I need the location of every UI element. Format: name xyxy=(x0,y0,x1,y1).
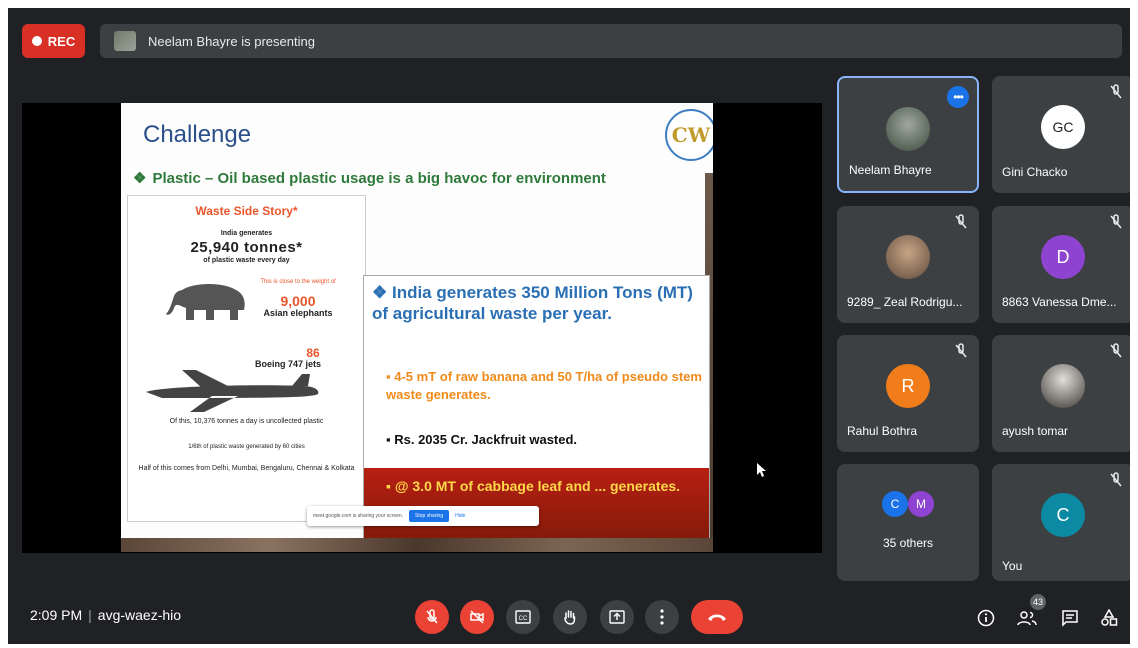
participant-tile-zeal[interactable]: 9289_ Zeal Rodrigu... xyxy=(837,206,979,323)
infographic-weight-note: This is close to the weight of xyxy=(260,279,336,285)
participant-avatar: M xyxy=(908,491,934,517)
point-cabbage: ▪ @ 3.0 MT of cabbage leaf and ... gener… xyxy=(386,478,681,494)
others-count-label: 35 others xyxy=(882,536,934,550)
screen-share-banner: meet.google.com is sharing your screen. … xyxy=(307,506,539,526)
infographic-tonnes: 25,940 tonnes* xyxy=(190,239,303,256)
organization-logo: CW xyxy=(665,109,713,161)
activities-button[interactable] xyxy=(1098,607,1120,629)
presenter-thumbnail xyxy=(114,31,136,51)
elephant-icon xyxy=(166,284,245,320)
participant-name: Gini Chacko xyxy=(1002,165,1068,179)
more-options-button[interactable] xyxy=(645,600,679,634)
participant-tile-gini[interactable]: GC Gini Chacko xyxy=(992,76,1130,193)
participant-avatar: GC xyxy=(1041,105,1085,149)
mouse-cursor-icon xyxy=(757,463,766,477)
shared-slide: Challenge CW ❖ Plastic – Oil based plasti… xyxy=(121,103,713,552)
participant-avatar: C xyxy=(1041,493,1085,537)
participant-tile-vanessa[interactable]: D 8863 Vanessa Dme... xyxy=(992,206,1130,323)
presentation-bar-text: Neelam Bhayre is presenting xyxy=(148,33,315,49)
participant-tile-rahul[interactable]: R Rahul Bothra xyxy=(837,335,979,452)
point-main: ❖ India generates 350 Million Tons (MT) … xyxy=(372,283,693,323)
recording-indicator[interactable]: REC xyxy=(22,24,85,58)
mic-off-icon xyxy=(955,214,967,229)
infographic-line2: of plastic waste every day xyxy=(203,257,290,264)
activities-icon xyxy=(1101,609,1118,626)
mic-off-icon xyxy=(1110,84,1122,99)
raise-hand-button[interactable] xyxy=(553,600,587,634)
raise-hand-icon xyxy=(564,610,576,625)
mic-off-icon xyxy=(1110,472,1122,487)
leave-call-button[interactable] xyxy=(691,600,743,634)
infographic-line1: India generates xyxy=(220,230,273,237)
bullet-icon: ❖ xyxy=(133,170,147,187)
more-options-icon[interactable]: ••• xyxy=(947,86,969,108)
more-options-icon xyxy=(660,609,664,625)
mic-off-icon xyxy=(1110,214,1122,229)
mic-off-icon xyxy=(426,609,438,624)
slide-floor-strip xyxy=(121,538,713,552)
infographic-sixth: 1/6th of plastic waste generated by 60 c… xyxy=(188,444,305,450)
participant-name: Rahul Bothra xyxy=(847,424,918,438)
slide-title: Challenge xyxy=(143,121,252,148)
infographic-uncollected: Of this, 10,376 tonnes a day is uncollec… xyxy=(169,418,324,425)
participant-name: 9289_ Zeal Rodrigu... xyxy=(847,295,963,309)
participant-name: 8863 Vanessa Dme... xyxy=(1002,295,1117,309)
people-button[interactable] xyxy=(1016,607,1038,629)
captions-button[interactable]: CC xyxy=(506,600,540,634)
participant-tile-ayush[interactable]: ayush tomar xyxy=(992,335,1130,452)
participant-avatar xyxy=(886,235,930,279)
present-now-button[interactable] xyxy=(600,600,634,634)
microphone-toggle[interactable] xyxy=(415,600,449,634)
record-dot-icon xyxy=(31,36,42,46)
presentation-stage[interactable]: Challenge CW ❖ Plastic – Oil based plasti… xyxy=(22,103,822,553)
present-icon xyxy=(609,610,625,624)
participant-count-badge: 43 xyxy=(1030,594,1046,610)
share-banner-text: meet.google.com is sharing your screen. xyxy=(313,513,404,519)
stop-sharing-button[interactable]: Stop sharing xyxy=(409,510,450,522)
meet-window: REC Neelam Bhayre is presenting Challeng… xyxy=(8,8,1130,644)
meeting-info: 2:09 PM | avg-waez-hio xyxy=(30,607,182,623)
presentation-bar[interactable]: Neelam Bhayre is presenting xyxy=(100,24,1122,58)
airplane-icon xyxy=(146,370,319,412)
recording-label: REC xyxy=(47,33,76,49)
participant-tile-you[interactable]: C You xyxy=(992,464,1130,581)
point-jackfruit: ▪ Rs. 2035 Cr. Jackfruit wasted. xyxy=(386,432,578,447)
participant-tile-neelam[interactable]: ••• Neelam Bhayre xyxy=(837,76,979,193)
hide-banner-button[interactable]: Hide xyxy=(455,513,465,519)
hang-up-icon xyxy=(708,614,726,621)
infographic-jets-count: 86 xyxy=(306,346,320,360)
svg-text:CC: CC xyxy=(519,616,528,622)
clock-time: 2:09 PM xyxy=(30,607,83,623)
waste-infographic: Waste Side Story* India generates 25,940… xyxy=(127,195,366,522)
participant-avatar: C xyxy=(882,491,908,517)
camera-off-icon xyxy=(470,610,484,624)
camera-toggle[interactable] xyxy=(460,600,494,634)
mic-off-icon xyxy=(955,343,967,358)
people-icon xyxy=(1017,611,1037,626)
chat-icon xyxy=(1062,610,1078,627)
participant-name: You xyxy=(1002,559,1023,573)
participant-avatar xyxy=(1041,364,1085,408)
participant-avatar xyxy=(886,107,930,151)
infographic-elephants-count: 9,000 xyxy=(280,293,316,309)
infographic-elephants-label: Asian elephants xyxy=(263,308,333,318)
meeting-details-button[interactable] xyxy=(975,607,997,629)
point-banana: ▪ 4-5 mT of raw banana and 50 T/ha of ps… xyxy=(386,369,702,402)
participant-tile-others[interactable]: C M 35 others xyxy=(837,464,979,581)
infographic-half: Half of this comes from Delhi, Mumbai, B… xyxy=(138,465,355,472)
participant-avatar: R xyxy=(886,364,930,408)
chat-button[interactable] xyxy=(1059,607,1081,629)
captions-icon: CC xyxy=(515,610,531,624)
participant-avatar: D xyxy=(1041,235,1085,279)
participant-name: Neelam Bhayre xyxy=(849,163,932,177)
infographic-heading: Waste Side Story* xyxy=(195,204,298,218)
participant-name: ayush tomar xyxy=(1002,424,1069,438)
info-icon xyxy=(977,609,995,627)
meeting-code[interactable]: avg-waez-hio xyxy=(98,607,181,623)
slide-subtitle: ❖ Plastic – Oil based plastic usage is a … xyxy=(133,170,606,187)
mic-off-icon xyxy=(1110,343,1122,358)
